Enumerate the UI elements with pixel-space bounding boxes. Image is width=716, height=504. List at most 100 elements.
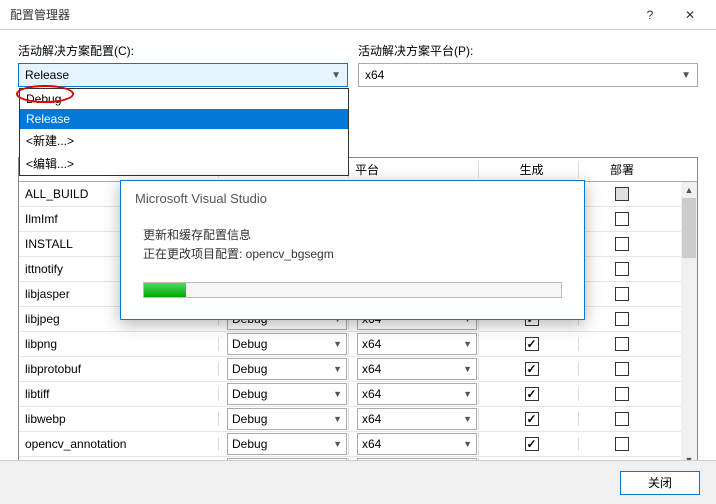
chevron-down-icon: ▼ (333, 364, 342, 374)
config-cell: Debug▼ (219, 433, 349, 455)
project-cell: opencv_annotation (19, 437, 219, 451)
progress-dialog-title: Microsoft Visual Studio (121, 181, 584, 210)
solution-platform-select[interactable]: x64 ▼ (358, 63, 698, 87)
deploy-checkbox[interactable] (615, 212, 629, 226)
table-row: libpng Debug▼ x64▼ (19, 332, 697, 357)
titlebar: 配置管理器 ? ✕ (0, 0, 716, 30)
solution-config-value: Release (25, 68, 69, 82)
config-select[interactable]: Debug▼ (227, 433, 347, 455)
dropdown-item[interactable]: <编辑...> (20, 152, 348, 175)
deploy-checkbox[interactable] (615, 187, 629, 201)
config-select[interactable]: Debug▼ (227, 333, 347, 355)
build-cell (479, 362, 579, 376)
config-select[interactable]: Debug▼ (227, 358, 347, 380)
chevron-down-icon: ▼ (463, 364, 472, 374)
platform-cell: x64▼ (349, 358, 479, 380)
deploy-cell (579, 312, 659, 326)
project-cell: libwebp (19, 412, 219, 426)
platform-select[interactable]: x64▼ (357, 358, 477, 380)
dropdown-item[interactable]: <新建...> (20, 129, 348, 152)
chevron-down-icon: ▼ (333, 439, 342, 449)
build-checkbox[interactable] (525, 387, 539, 401)
window-title: 配置管理器 (6, 6, 630, 23)
config-cell: Debug▼ (219, 408, 349, 430)
active-platform-label: 活动解决方案平台(P): (358, 42, 698, 59)
build-checkbox[interactable] (525, 437, 539, 451)
chevron-down-icon: ▼ (463, 339, 472, 349)
table-row: libtiff Debug▼ x64▼ (19, 382, 697, 407)
config-select[interactable]: Debug▼ (227, 383, 347, 405)
build-cell (479, 437, 579, 451)
deploy-checkbox[interactable] (615, 337, 629, 351)
chevron-down-icon: ▼ (463, 439, 472, 449)
config-cell: Debug▼ (219, 333, 349, 355)
chevron-down-icon: ▼ (333, 414, 342, 424)
project-cell: libtiff (19, 387, 219, 401)
progress-line1: 更新和缓存配置信息 (121, 210, 584, 245)
deploy-cell (579, 337, 659, 351)
project-cell: libprotobuf (19, 362, 219, 376)
platform-select[interactable]: x64▼ (357, 408, 477, 430)
dropdown-item[interactable]: Release (20, 109, 348, 129)
platform-select[interactable]: x64▼ (357, 383, 477, 405)
header-platform: 平台 (349, 161, 479, 178)
progress-bar (143, 282, 562, 298)
progress-line2: 正在更改项目配置: opencv_bgsegm (121, 245, 584, 274)
deploy-checkbox[interactable] (615, 387, 629, 401)
chevron-down-icon: ▼ (463, 414, 472, 424)
table-row: opencv_annotation Debug▼ x64▼ (19, 432, 697, 457)
chevron-down-icon: ▼ (333, 339, 342, 349)
deploy-checkbox[interactable] (615, 262, 629, 276)
progress-dialog: Microsoft Visual Studio 更新和缓存配置信息 正在更改项目… (120, 180, 585, 320)
close-button[interactable]: 关闭 (620, 471, 700, 495)
config-cell: Debug▼ (219, 358, 349, 380)
vertical-scrollbar[interactable]: ▲ ▼ (681, 182, 697, 467)
deploy-cell (579, 212, 659, 226)
deploy-checkbox[interactable] (615, 237, 629, 251)
build-cell (479, 387, 579, 401)
active-config-label: 活动解决方案配置(C): (18, 42, 358, 59)
platform-cell: x64▼ (349, 408, 479, 430)
platform-cell: x64▼ (349, 333, 479, 355)
deploy-checkbox[interactable] (615, 362, 629, 376)
platform-select[interactable]: x64▼ (357, 433, 477, 455)
deploy-checkbox[interactable] (615, 412, 629, 426)
deploy-cell (579, 387, 659, 401)
header-deploy: 部署 (579, 161, 659, 178)
solution-config-select[interactable]: Release ▼ DebugRelease<新建...><编辑...> (18, 63, 348, 87)
deploy-cell (579, 262, 659, 276)
chevron-down-icon: ▼ (331, 70, 341, 81)
footer: 关闭 (0, 460, 716, 504)
build-cell (479, 337, 579, 351)
scroll-up-icon[interactable]: ▲ (681, 182, 697, 198)
deploy-cell (579, 237, 659, 251)
build-cell (479, 412, 579, 426)
deploy-cell (579, 437, 659, 451)
progress-fill (144, 283, 186, 297)
deploy-cell (579, 287, 659, 301)
project-cell: libpng (19, 337, 219, 351)
deploy-cell (579, 412, 659, 426)
build-checkbox[interactable] (525, 362, 539, 376)
scrollbar-thumb[interactable] (682, 198, 696, 258)
build-checkbox[interactable] (525, 412, 539, 426)
close-window-button[interactable]: ✕ (670, 0, 710, 30)
table-row: libwebp Debug▼ x64▼ (19, 407, 697, 432)
deploy-checkbox[interactable] (615, 437, 629, 451)
config-select[interactable]: Debug▼ (227, 408, 347, 430)
deploy-cell (579, 362, 659, 376)
solution-platform-value: x64 (365, 68, 384, 82)
deploy-checkbox[interactable] (615, 287, 629, 301)
platform-cell: x64▼ (349, 433, 479, 455)
chevron-down-icon: ▼ (681, 70, 691, 81)
platform-cell: x64▼ (349, 383, 479, 405)
header-build: 生成 (479, 161, 579, 178)
build-checkbox[interactable] (525, 337, 539, 351)
deploy-cell (579, 187, 659, 201)
config-cell: Debug▼ (219, 383, 349, 405)
table-row: libprotobuf Debug▼ x64▼ (19, 357, 697, 382)
platform-select[interactable]: x64▼ (357, 333, 477, 355)
deploy-checkbox[interactable] (615, 312, 629, 326)
help-button[interactable]: ? (630, 0, 670, 30)
dropdown-item[interactable]: Debug (20, 89, 348, 109)
